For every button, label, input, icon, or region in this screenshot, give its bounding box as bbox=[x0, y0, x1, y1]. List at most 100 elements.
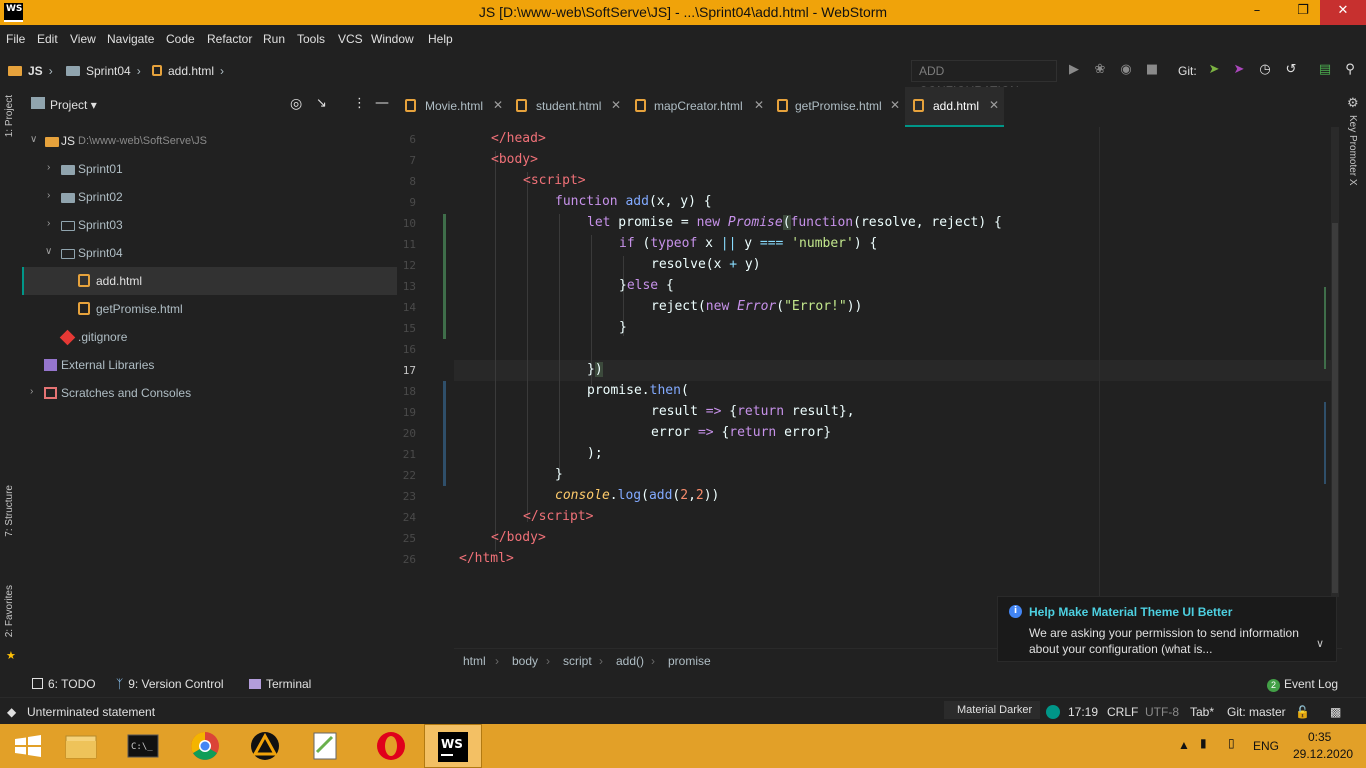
menu-help[interactable]: Help bbox=[428, 32, 453, 46]
tree-item-getpromise-html[interactable]: getPromise.html bbox=[22, 295, 397, 323]
close-tab-icon[interactable]: ✕ bbox=[754, 98, 764, 112]
project-tool-tab[interactable]: 1: Project bbox=[4, 95, 15, 137]
code-editor[interactable]: </head> <body> <script> function add(x, … bbox=[454, 127, 1342, 647]
line-separator[interactable]: CRLF bbox=[1107, 705, 1138, 719]
close-icon[interactable]: ✕ bbox=[1320, 0, 1366, 25]
menu-tools[interactable]: Tools bbox=[297, 32, 325, 46]
debug-icon[interactable]: ❀ bbox=[1092, 62, 1108, 78]
chevron-right-icon[interactable]: › bbox=[30, 386, 33, 397]
tab-add-html[interactable]: add.html ✕ bbox=[905, 87, 1004, 127]
chrome-button[interactable] bbox=[176, 724, 234, 768]
stop-icon[interactable]: ■ bbox=[1144, 62, 1160, 78]
git-update-icon[interactable]: ➤ bbox=[1206, 62, 1222, 78]
tree-item-sprint02[interactable]: › Sprint02 bbox=[22, 183, 397, 211]
todo-tool-button[interactable]: 6: TODO bbox=[32, 677, 96, 691]
expand-notification-icon[interactable]: ∨ bbox=[1316, 637, 1324, 650]
menu-run[interactable]: Run bbox=[263, 32, 285, 46]
opera-button[interactable] bbox=[362, 724, 420, 768]
version-control-tool-button[interactable]: ᛉ 9: Version Control bbox=[116, 677, 224, 691]
tree-item-sprint04[interactable]: ∨ Sprint04 bbox=[22, 239, 397, 267]
network-icon[interactable]: ▮ bbox=[1200, 736, 1207, 750]
scrollbar-thumb[interactable] bbox=[1332, 223, 1338, 593]
favorites-tool-tab[interactable]: 2: Favorites bbox=[4, 585, 15, 637]
collapse-all-icon[interactable]: ↘ bbox=[316, 96, 327, 111]
tree-item-gitignore[interactable]: .gitignore bbox=[22, 323, 397, 351]
menu-vcs[interactable]: VCS bbox=[338, 32, 363, 46]
terminal-tool-button[interactable]: Terminal bbox=[249, 677, 311, 691]
project-panel-title[interactable]: Project ▾ bbox=[50, 98, 97, 112]
tree-item-js[interactable]: ∨ JS D:\www-web\SoftServe\JS bbox=[22, 127, 397, 155]
tab-student-html[interactable]: student.html ✕ bbox=[508, 87, 627, 127]
tree-item-sprint01[interactable]: › Sprint01 bbox=[22, 155, 397, 183]
menu-navigate[interactable]: Navigate bbox=[107, 32, 154, 46]
minimize-icon[interactable]: – bbox=[1240, 0, 1274, 25]
folder-icon bbox=[65, 735, 97, 759]
menu-window[interactable]: Window bbox=[371, 32, 414, 46]
structure-tool-tab[interactable]: 7: Structure bbox=[4, 485, 15, 537]
close-tab-icon[interactable]: ✕ bbox=[493, 98, 503, 112]
terminal-toolbar-icon[interactable]: ▤ bbox=[1317, 62, 1333, 78]
battery-icon[interactable]: ▯ bbox=[1228, 736, 1235, 750]
crumb-html[interactable]: html bbox=[463, 654, 486, 668]
notepad-button[interactable] bbox=[296, 724, 354, 768]
nav-crumb-sprint04[interactable]: Sprint04 › bbox=[66, 64, 141, 78]
tab-mapcreator-html[interactable]: mapCreator.html ✕ bbox=[627, 87, 769, 127]
crumb-script[interactable]: script bbox=[563, 654, 592, 668]
menu-code[interactable]: Code bbox=[166, 32, 195, 46]
options-menu-icon[interactable]: ⋮ bbox=[353, 96, 366, 111]
start-button[interactable] bbox=[0, 724, 58, 768]
tab-getpromise-html[interactable]: getPromise.html ✕ bbox=[769, 87, 905, 127]
coverage-icon[interactable]: ◉ bbox=[1118, 62, 1134, 78]
crumb-promise[interactable]: promise bbox=[668, 654, 711, 668]
menu-file[interactable]: File bbox=[6, 32, 25, 46]
cmd-button[interactable]: C:\_ bbox=[116, 724, 174, 768]
tree-item-add-html[interactable]: add.html bbox=[22, 267, 397, 295]
file-encoding[interactable]: UTF-8 bbox=[1145, 705, 1179, 719]
tray-arrow-icon[interactable]: ▲ bbox=[1178, 738, 1190, 752]
theme-switcher[interactable]: Material Darker bbox=[944, 701, 1040, 719]
restore-icon[interactable]: ❐ bbox=[1286, 0, 1320, 25]
locate-file-icon[interactable]: ◎ bbox=[290, 96, 302, 112]
tree-item-external-libraries[interactable]: External Libraries bbox=[22, 351, 397, 379]
menu-edit[interactable]: Edit bbox=[37, 32, 58, 46]
menu-refactor[interactable]: Refactor bbox=[207, 32, 252, 46]
chevron-right-icon[interactable]: › bbox=[47, 162, 50, 173]
chevron-down-icon[interactable]: ∨ bbox=[30, 134, 37, 145]
git-branch[interactable]: Git: master bbox=[1227, 705, 1286, 719]
indent-setting[interactable]: Tab* bbox=[1190, 705, 1214, 719]
add-configuration-button[interactable]: ADD CONFIGURATION... bbox=[911, 60, 1057, 98]
run-icon[interactable]: ▶ bbox=[1066, 62, 1082, 78]
close-tab-icon[interactable]: ✕ bbox=[989, 98, 999, 112]
app-button[interactable] bbox=[236, 724, 294, 768]
search-everywhere-icon[interactable]: ⚲ bbox=[1342, 62, 1358, 78]
chevron-right-icon[interactable]: › bbox=[47, 190, 50, 201]
key-promoter-tab[interactable]: Key Promoter X bbox=[1347, 115, 1358, 186]
hide-panel-icon[interactable]: — bbox=[375, 95, 389, 111]
chevron-right-icon[interactable]: › bbox=[47, 218, 50, 229]
crumb-add[interactable]: add() bbox=[616, 654, 644, 668]
git-history-icon[interactable]: ◷ bbox=[1257, 62, 1273, 78]
language-indicator[interactable]: ENG bbox=[1253, 739, 1279, 753]
tab-movie-html[interactable]: Movie.html ✕ bbox=[397, 87, 508, 127]
notification-balloon[interactable]: i Help Make Material Theme UI Better We … bbox=[997, 596, 1337, 662]
chevron-down-icon[interactable]: ∨ bbox=[45, 246, 52, 257]
nav-crumb-js[interactable]: JS › bbox=[8, 64, 53, 78]
tree-item-sprint03[interactable]: › Sprint03 bbox=[22, 211, 397, 239]
tree-item-scratches[interactable]: › Scratches and Consoles bbox=[22, 379, 397, 407]
clock-time[interactable]: 0:35 bbox=[1308, 730, 1331, 744]
event-log-icon[interactable]: ▩ bbox=[1330, 705, 1341, 719]
lock-icon[interactable]: 🔓 bbox=[1295, 705, 1310, 719]
menu-view[interactable]: View bbox=[70, 32, 96, 46]
file-explorer-button[interactable] bbox=[52, 724, 110, 768]
webstorm-taskbar-button[interactable]: WS bbox=[424, 724, 482, 768]
git-rollback-icon[interactable]: ↺ bbox=[1283, 62, 1299, 78]
close-tab-icon[interactable]: ✕ bbox=[611, 98, 621, 112]
editor-scrollbar[interactable] bbox=[1331, 127, 1339, 597]
event-log-button[interactable]: 2 Event Log bbox=[1267, 677, 1338, 692]
caret-position[interactable]: 17:19 bbox=[1068, 705, 1098, 719]
clock-date[interactable]: 29.12.2020 bbox=[1293, 747, 1353, 761]
git-push-icon[interactable]: ➤ bbox=[1231, 62, 1247, 78]
close-tab-icon[interactable]: ✕ bbox=[890, 98, 900, 112]
crumb-body[interactable]: body bbox=[512, 654, 538, 668]
nav-crumb-file[interactable]: add.html › bbox=[152, 64, 224, 78]
